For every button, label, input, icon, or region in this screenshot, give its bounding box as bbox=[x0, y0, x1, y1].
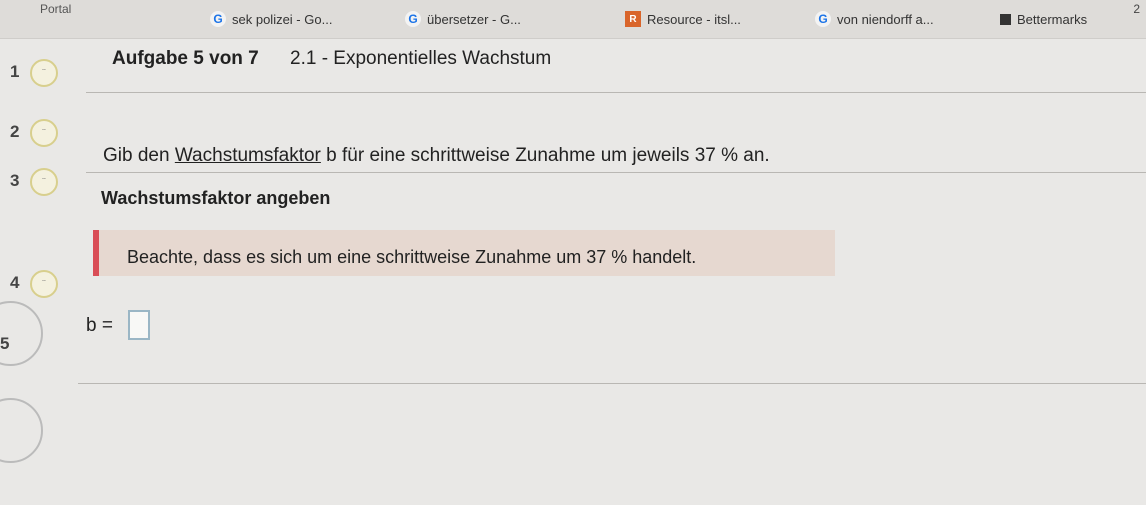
task-prefix: Gib den bbox=[103, 145, 175, 166]
bookmark-label: Resource - itsl... bbox=[647, 11, 741, 27]
corner-indicator: 2 bbox=[1133, 2, 1140, 16]
page-title: Aufgabe 5 von 7 bbox=[112, 48, 259, 69]
hint-box: Beachte, dass es sich um eine schrittwei… bbox=[93, 230, 835, 276]
hint-text: Beachte, dass es sich um eine schrittwei… bbox=[127, 247, 697, 267]
answer-input[interactable] bbox=[128, 310, 150, 340]
bookmarks-bar: Portal G sek polizei - Go... G übersetze… bbox=[0, 0, 1146, 39]
task-divider bbox=[86, 172, 1146, 173]
step-item-5[interactable]: 5 bbox=[0, 301, 80, 366]
resource-icon: R bbox=[625, 11, 641, 27]
page-subtitle: 2.1 - Exponentielles Wachstum bbox=[290, 48, 552, 69]
google-icon: G bbox=[405, 11, 421, 27]
bookmark-label: sek polizei - Go... bbox=[232, 11, 333, 27]
bookmark-sek-polizei[interactable]: G sek polizei - Go... bbox=[210, 8, 332, 30]
content-divider bbox=[78, 383, 1146, 384]
step-number: 4 bbox=[10, 273, 20, 292]
task-suffix: b für eine schrittweise Zunahme um jewei… bbox=[320, 145, 770, 166]
step-circle: ¨ bbox=[30, 59, 58, 87]
step-item-3[interactable]: 3 ¨ bbox=[0, 162, 80, 202]
header-divider bbox=[86, 92, 1146, 93]
bookmark-label: von niendorff a... bbox=[837, 11, 934, 27]
bookmark-von-niendorff[interactable]: G von niendorff a... bbox=[815, 8, 934, 30]
bettermarks-icon bbox=[1000, 13, 1011, 25]
section-title: Wachstumsfaktor angeben bbox=[101, 188, 331, 208]
step-circle-extra bbox=[0, 398, 43, 463]
step-circle: ¨ bbox=[30, 270, 58, 298]
step-circle bbox=[0, 301, 43, 366]
step-circle: ¨ bbox=[30, 168, 58, 196]
step-item-1[interactable]: 1 ¨ bbox=[0, 53, 80, 93]
bookmark-resource[interactable]: R Resource - itsl... bbox=[625, 8, 741, 30]
bookmark-portal[interactable]: Portal bbox=[40, 2, 71, 16]
step-number: 3 bbox=[10, 171, 20, 190]
task-description: Gib den Wachstumsfaktor b für eine schri… bbox=[103, 145, 770, 167]
step-number: 1 bbox=[10, 62, 20, 81]
step-item-2[interactable]: 2 ¨ bbox=[0, 113, 80, 153]
step-nav: 1 ¨ 2 ¨ 3 ¨ 4 ¨ 5 bbox=[0, 38, 90, 505]
bookmark-label: Bettermarks bbox=[1017, 11, 1088, 27]
step-number: 2 bbox=[10, 122, 20, 141]
google-icon: G bbox=[815, 11, 831, 27]
google-icon: G bbox=[210, 11, 226, 27]
answer-label: b = bbox=[86, 315, 113, 336]
bookmark-label: übersetzer - G... bbox=[427, 11, 521, 27]
step-circle: ¨ bbox=[30, 119, 58, 147]
wachstumsfaktor-link[interactable]: Wachstumsfaktor bbox=[175, 145, 321, 166]
step-item-4[interactable]: 4 ¨ bbox=[0, 264, 80, 304]
bookmark-bettermarks[interactable]: Bettermarks bbox=[1000, 8, 1087, 30]
bookmark-uebersetzer[interactable]: G übersetzer - G... bbox=[405, 8, 521, 30]
